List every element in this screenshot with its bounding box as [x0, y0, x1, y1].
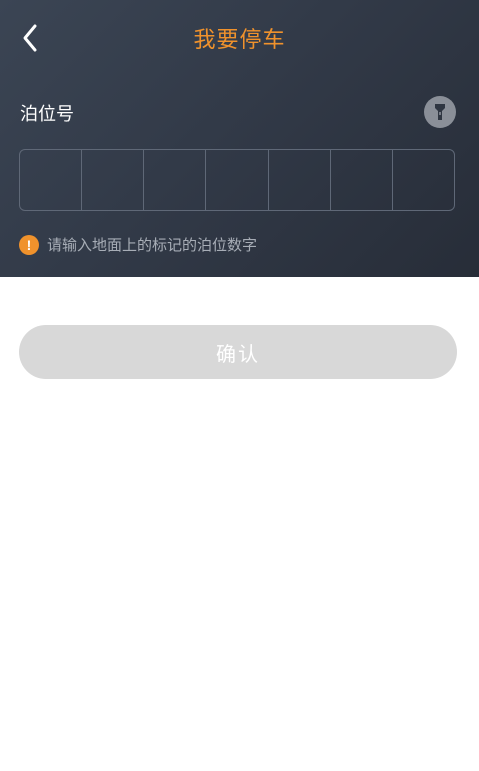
- code-cell[interactable]: [144, 150, 207, 210]
- code-cell[interactable]: [269, 150, 331, 210]
- warning-icon: !: [19, 234, 39, 255]
- code-cell[interactable]: [206, 150, 269, 210]
- header-panel: 我要停车 泊位号 ! 请输入地面上的标记的泊位数字: [0, 0, 479, 277]
- berth-number-label: 泊位号: [20, 104, 74, 125]
- code-cell[interactable]: [20, 150, 83, 210]
- berth-code-input[interactable]: [19, 149, 455, 211]
- code-cell[interactable]: [82, 150, 145, 210]
- page-title: 我要停车: [193, 28, 286, 53]
- code-cell[interactable]: [331, 150, 393, 210]
- code-cell[interactable]: [393, 150, 454, 210]
- hint-row: ! 请输入地面上的标记的泊位数字: [19, 234, 257, 255]
- hint-text: 请输入地面上的标记的泊位数字: [47, 236, 258, 254]
- confirm-button[interactable]: 确认: [19, 325, 457, 379]
- flashlight-icon: [435, 104, 445, 120]
- flashlight-button[interactable]: [424, 96, 456, 128]
